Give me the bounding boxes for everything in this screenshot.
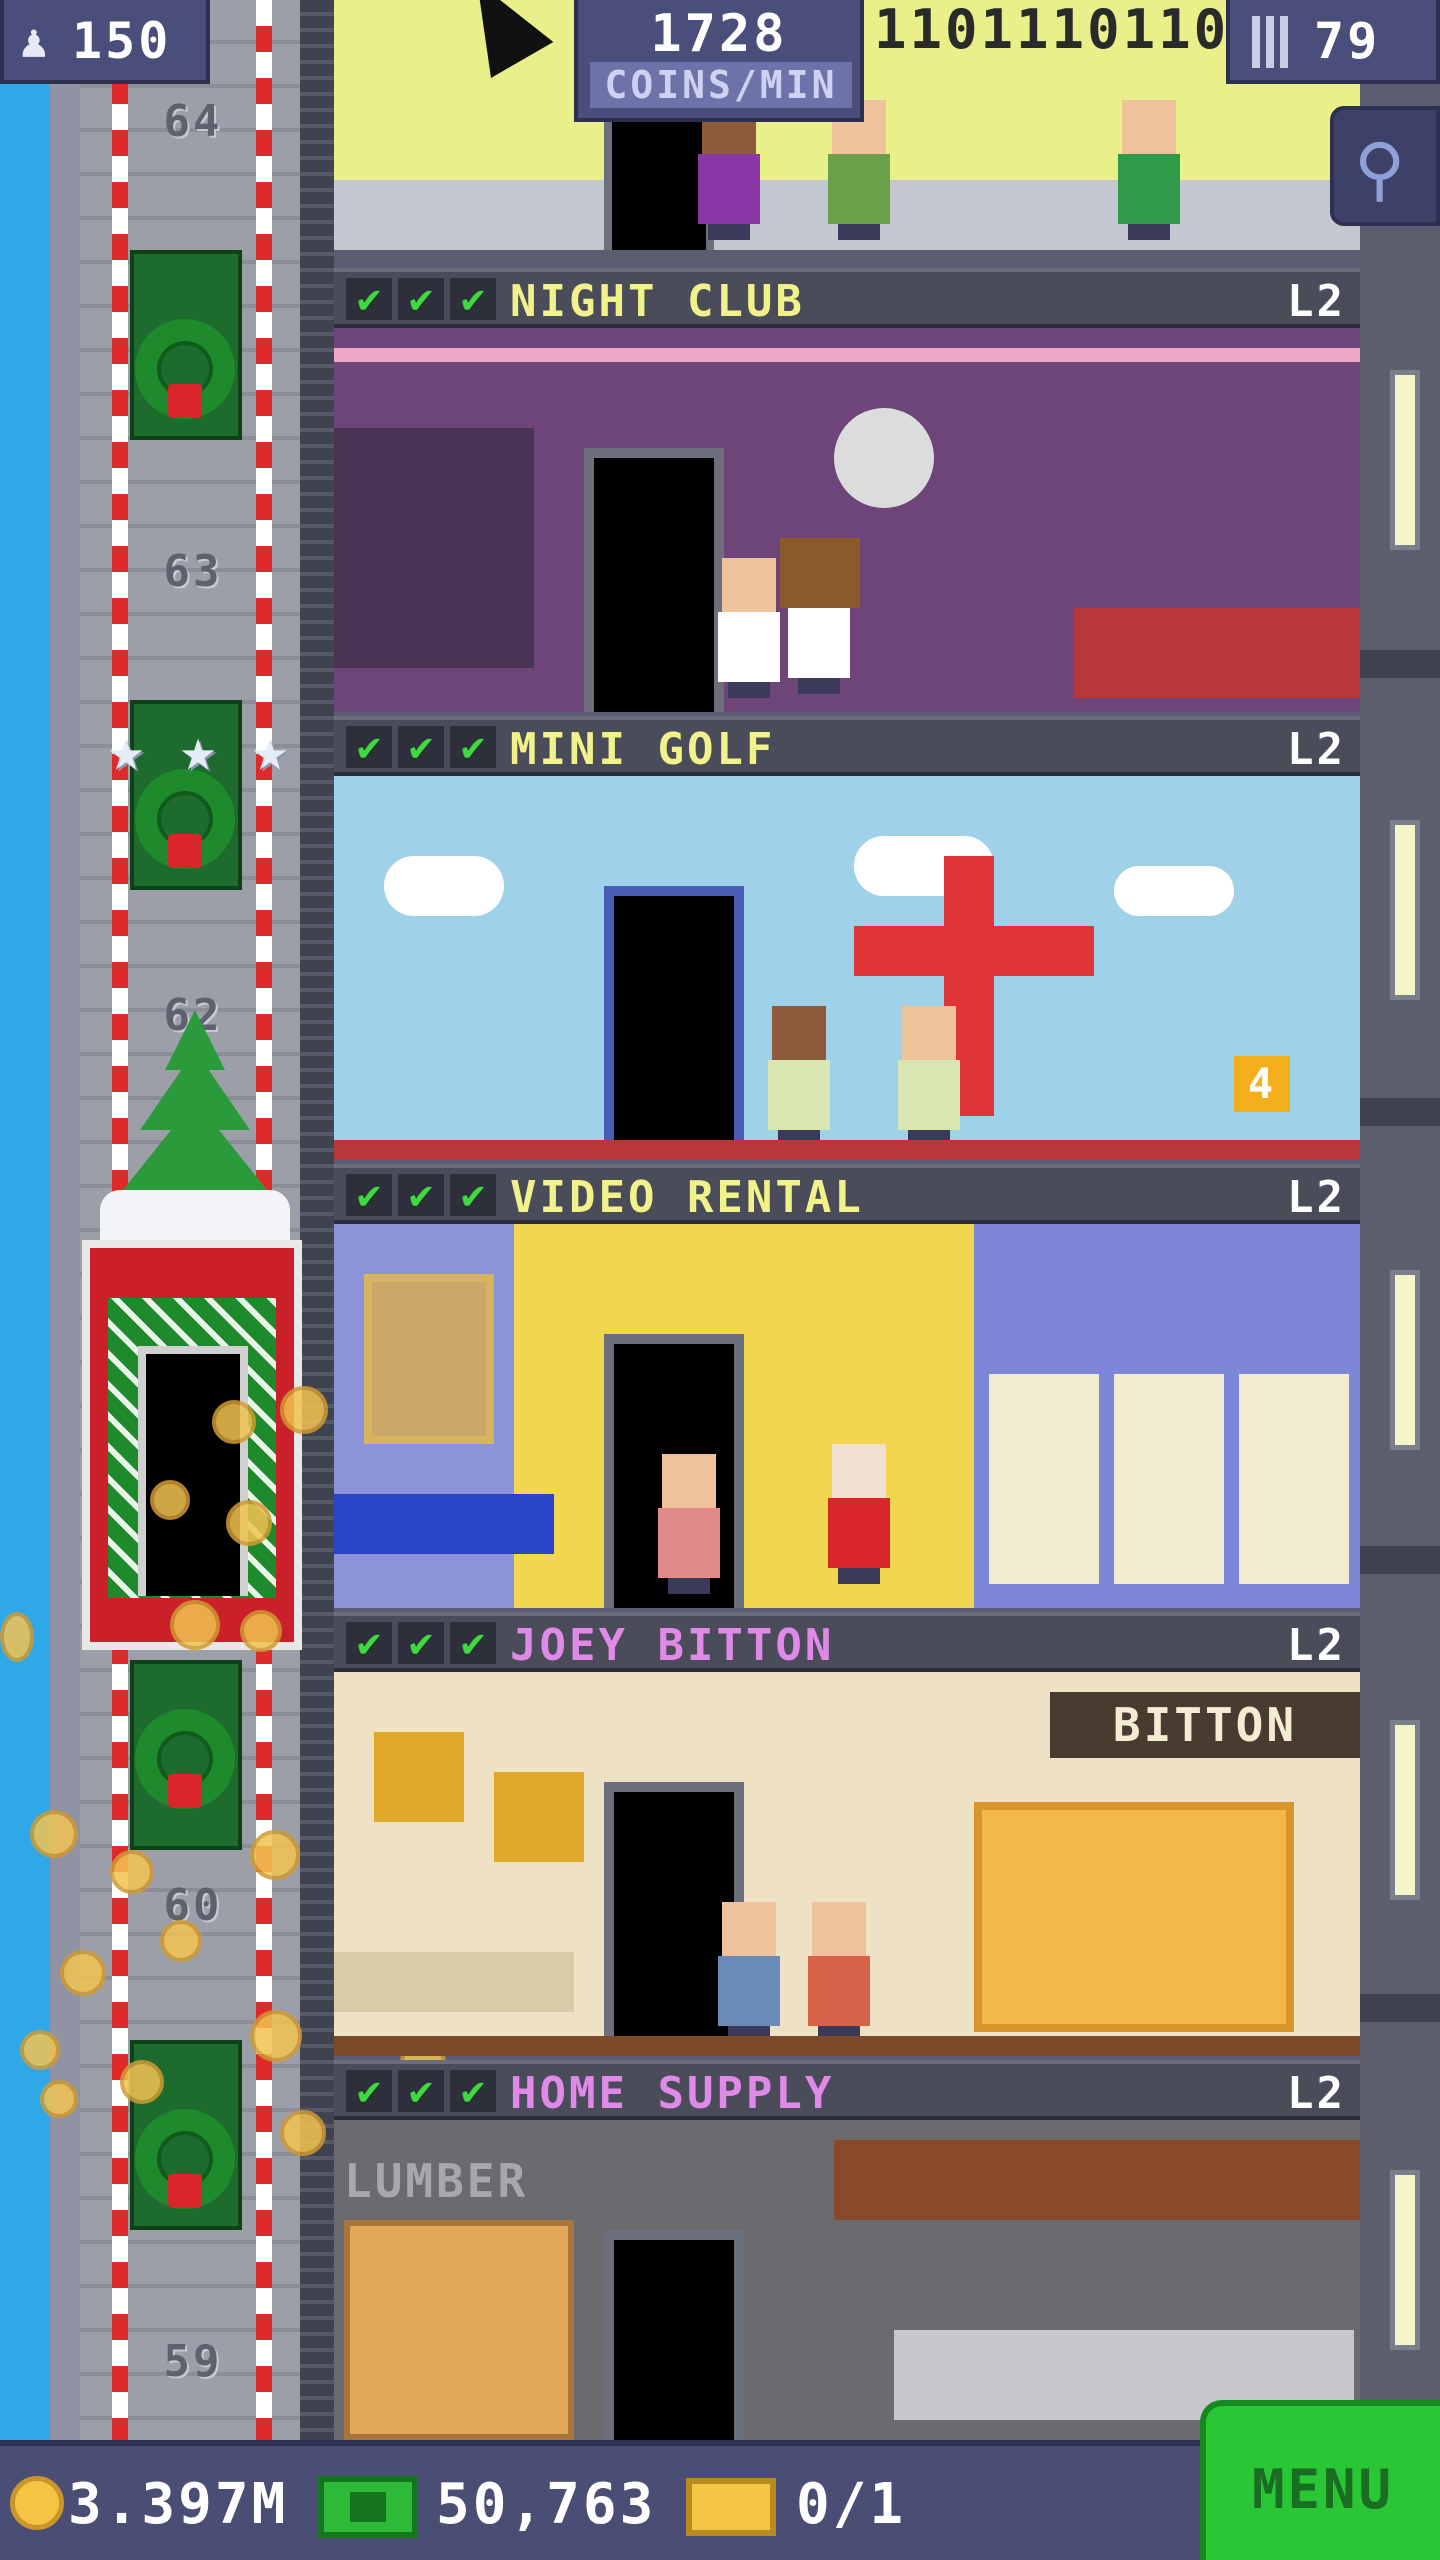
coin-particle-icon [110,1850,154,1894]
tickets-value[interactable]: 0/1 [796,2472,906,2537]
shaft-outer-wall [50,0,80,2440]
shaft-floor-number: 64 [163,96,223,147]
person-icon: ♟ [20,14,48,68]
checkmark-icon: ✔ [398,278,444,320]
floor-level: L2 [1287,1172,1346,1223]
elevator-door [138,1346,248,1596]
checkmark-icon: ✔ [398,726,444,768]
checkmark-icon: ✔ [450,1174,496,1216]
checkmark-icon: ✔ [398,1622,444,1664]
floor-count-value: 79 [1314,12,1381,70]
coin-particle-icon [280,2110,326,2156]
checkmark-icon: ✔ [346,1622,392,1664]
coins-per-minute-value: 1728 [650,4,788,64]
sky-strip [0,0,50,2440]
room-video-rental[interactable] [334,1224,1360,1608]
window-icon [1390,370,1420,550]
store-sign: BITTON [1050,1692,1360,1758]
building-icon [1252,16,1292,68]
silver-star-icon: ★ [251,715,289,785]
floor-name: JOEY BITTON [510,1620,835,1671]
checkmark-icon: ✔ [450,1622,496,1664]
silver-star-icon: ★ [107,715,145,785]
floor-name: VIDEO RENTAL [510,1172,864,1223]
coins-per-minute-panel: 1728 COINS/MIN [574,0,864,122]
coin-particle-icon [0,1612,34,1662]
menu-label: MENU [1251,2458,1395,2521]
coins-per-minute-label: COINS/MIN [590,62,852,108]
room-home-supply[interactable]: LUMBER [334,2120,1360,2440]
coin-particle-icon [212,1400,256,1444]
binary-ticker: 1101110110 [874,0,1230,61]
elevator-car[interactable] [82,1240,302,1650]
coin-particle-icon [150,1480,190,1520]
wreath-panel [130,1660,242,1850]
coin-particle-icon [250,1830,300,1880]
coin-particle-icon [120,2060,164,2104]
coin-particle-icon [170,1600,220,1650]
coin-particle-icon [250,2010,302,2062]
floor-level: L2 [1287,724,1346,775]
population-value: 150 [72,12,172,70]
window-icon [1390,1720,1420,1900]
floor-header-joey-bitton[interactable]: ✔ ✔ ✔ JOEY BITTON L2 [334,1612,1360,1672]
floor-level: L2 [1287,1620,1346,1671]
floor-level: L2 [1287,276,1346,327]
coin-particle-icon [280,1386,328,1434]
floor-header-nightclub[interactable]: ✔ ✔ ✔ NIGHT CLUB L2 [334,268,1360,328]
population-counter[interactable]: ♟ 150 [0,0,210,84]
room-mini-golf[interactable]: 4 [334,776,1360,1160]
christmas-tree-icon [100,1010,290,1240]
floor-header-home-supply[interactable]: ✔ ✔ ✔ HOME SUPPLY L2 [334,2060,1360,2120]
checkmark-icon: ✔ [450,2070,496,2112]
disco-ball-icon [834,408,934,508]
magnifier-icon: ⚲ [1354,128,1406,210]
checkmark-icon: ✔ [346,1174,392,1216]
checkmark-icon: ✔ [346,2070,392,2112]
zoom-button[interactable]: ⚲ [1330,106,1440,226]
store-sign: LUMBER [344,2154,529,2208]
floor-counter[interactable]: 79 [1226,0,1440,84]
floor-header-mini-golf[interactable]: ✔ ✔ ✔ MINI GOLF L2 [334,716,1360,776]
golf-hole-sign: 4 [1234,1056,1290,1112]
tower-bux-icon [318,2476,418,2538]
silver-star-icon: ★ [179,715,217,785]
wreath-icon [130,1704,240,1814]
wreath-icon [130,2104,240,2214]
room-joey-bitton[interactable]: BITTON [334,1672,1360,2056]
tower-bux-value[interactable]: 50,763 [436,2472,656,2537]
shaft-floor-number: 59 [163,2336,223,2387]
coin-particle-icon [20,2030,60,2070]
coin-icon [10,2476,64,2530]
floor-header-video-rental[interactable]: ✔ ✔ ✔ VIDEO RENTAL L2 [334,1164,1360,1224]
room-nightclub[interactable] [334,328,1360,712]
coin-particle-icon [40,2080,78,2118]
checkmark-icon: ✔ [398,1174,444,1216]
wreath-panel [130,250,242,440]
floor-level: L2 [1287,2068,1346,2119]
checkmark-icon: ✔ [450,278,496,320]
shaft-inner-wall [300,0,334,2440]
checkmark-icon: ✔ [450,726,496,768]
coin-particle-icon [226,1500,272,1546]
wreath-icon [130,314,240,424]
checkmark-icon: ✔ [346,726,392,768]
floor-name: MINI GOLF [510,724,776,775]
golden-ticket-icon [686,2478,776,2536]
coin-particle-icon [160,1920,202,1962]
window-icon [1390,820,1420,1000]
floor-name: HOME SUPPLY [510,2068,835,2119]
coin-particle-icon [30,1810,78,1858]
coin-particle-icon [240,1610,282,1652]
coins-value[interactable]: 3.397M [68,2472,288,2537]
window-icon [1390,2170,1420,2350]
menu-button[interactable]: MENU [1200,2400,1440,2560]
checkmark-icon: ✔ [346,278,392,320]
floor-name: NIGHT CLUB [510,276,805,327]
shaft-floor-number: 63 [163,546,223,597]
coin-particle-icon [60,1950,106,1996]
checkmark-icon: ✔ [398,2070,444,2112]
window-icon [1390,1270,1420,1450]
